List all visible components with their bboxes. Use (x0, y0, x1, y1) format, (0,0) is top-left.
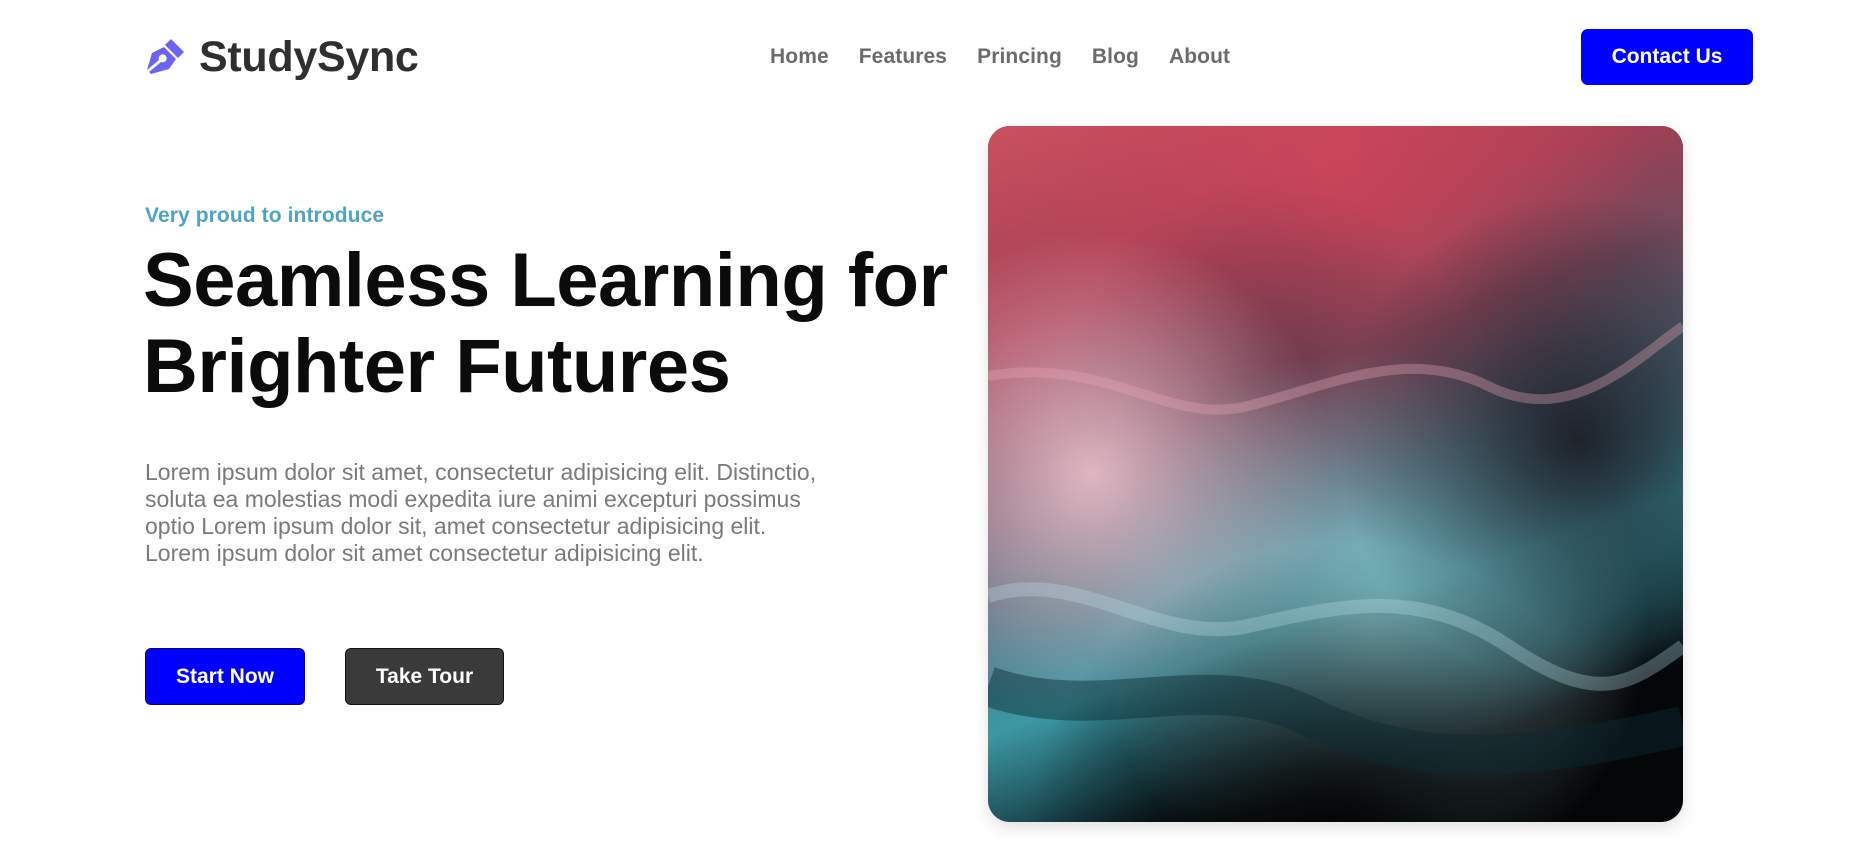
nav-item-blog[interactable]: Blog (1092, 44, 1139, 70)
description-line: soluta ea molestias modi expedita iure a… (145, 486, 801, 512)
hero-headline: Seamless Learning for Brighter Futures (143, 238, 963, 410)
contact-us-button[interactable]: Contact Us (1581, 29, 1753, 85)
description-line: Lorem ipsum dolor sit amet, consectetur … (145, 459, 817, 485)
take-tour-button[interactable]: Take Tour (345, 648, 504, 705)
description-line: Lorem ipsum dolor sit amet consectetur a… (145, 540, 704, 566)
nav-item-features[interactable]: Features (859, 44, 947, 70)
hero-image (988, 126, 1683, 822)
hero-description: Lorem ipsum dolor sit amet, consectetur … (145, 459, 875, 567)
description-line: optio Lorem ipsum dolor sit, amet consec… (145, 513, 767, 539)
brand-name: StudySync (199, 32, 419, 81)
hero-eyebrow: Very proud to introduce (145, 204, 385, 227)
main-nav: Home Features Princing Blog About (770, 44, 1230, 70)
pen-nib-icon (147, 39, 184, 74)
start-now-button[interactable]: Start Now (145, 648, 305, 705)
nav-item-pricing[interactable]: Princing (977, 44, 1062, 70)
abstract-ink-image (988, 126, 1683, 822)
site-header: StudySync Home Features Princing Blog Ab… (0, 0, 1876, 114)
nav-item-home[interactable]: Home (770, 44, 829, 70)
brand-logo-link[interactable]: StudySync (145, 33, 419, 81)
headline-line: Brighter Futures (143, 324, 731, 409)
headline-line: Seamless Learning for (143, 238, 948, 323)
nav-item-about[interactable]: About (1169, 44, 1230, 70)
landing-page: StudySync Home Features Princing Blog Ab… (0, 0, 1876, 861)
